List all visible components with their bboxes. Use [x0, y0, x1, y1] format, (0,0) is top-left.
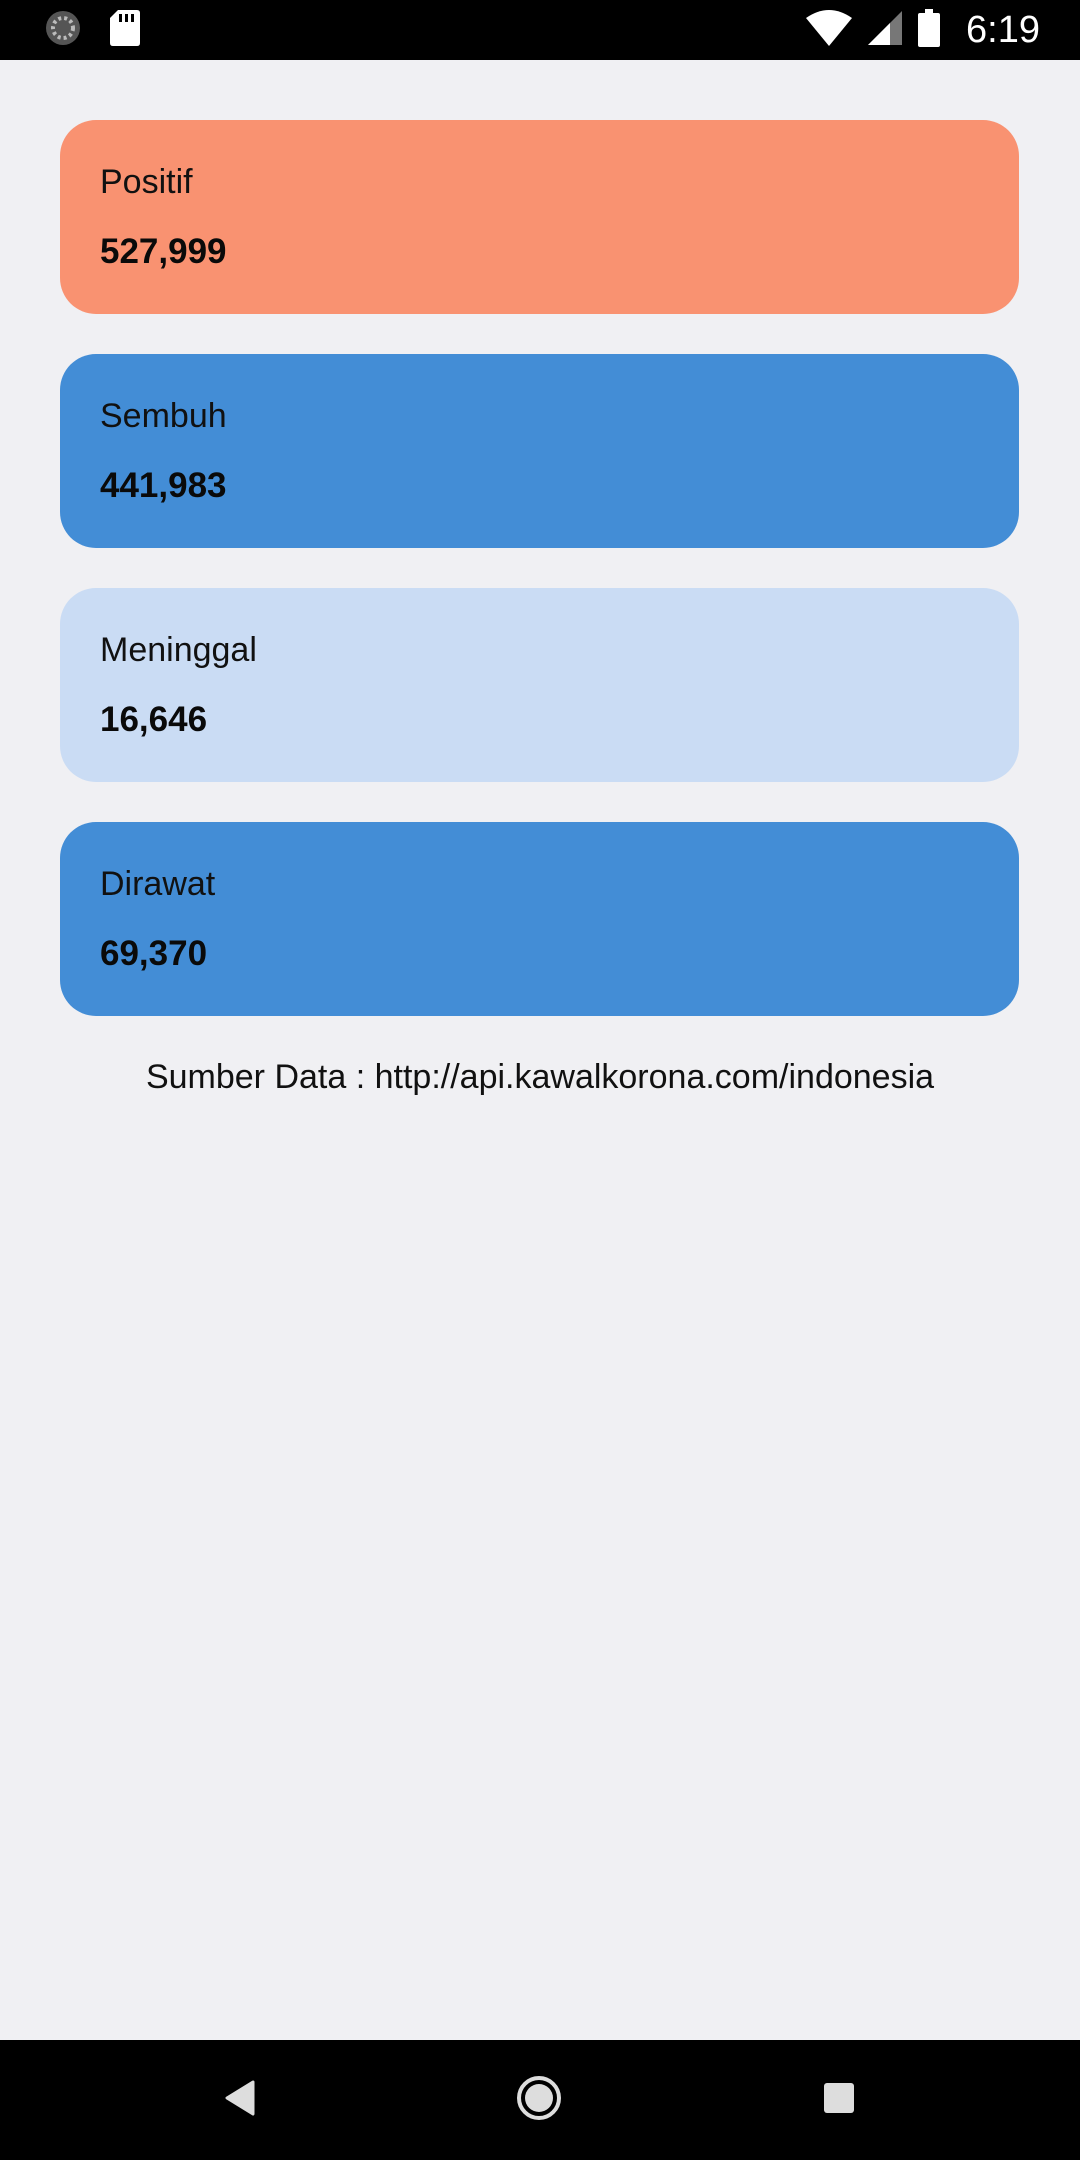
card-dirawat: Dirawat 69,370 — [60, 822, 1019, 1016]
card-label: Sembuh — [100, 397, 227, 435]
card-value: 69,370 — [100, 934, 208, 973]
recents-icon — [823, 2082, 855, 2119]
status-bar: 6:19 — [0, 0, 1080, 60]
battery-icon — [918, 8, 941, 52]
sync-icon — [44, 9, 82, 52]
stats-card-list: Positif 527,999 Sembuh 441,983 Meninggal… — [60, 120, 1019, 1056]
navigation-bar — [0, 2040, 1080, 2160]
card-label: Positif — [100, 163, 193, 201]
home-icon — [515, 2074, 563, 2127]
status-time: 6:19 — [966, 8, 1040, 51]
recents-button[interactable] — [809, 2070, 869, 2130]
card-positif: Positif 527,999 — [60, 120, 1019, 314]
back-button[interactable] — [210, 2070, 270, 2130]
card-sembuh: Sembuh 441,983 — [60, 354, 1019, 548]
card-value: 16,646 — [100, 700, 208, 739]
home-button[interactable] — [509, 2070, 569, 2130]
wifi-icon — [806, 9, 853, 51]
card-label: Meninggal — [100, 631, 257, 669]
sd-card-icon — [110, 9, 140, 51]
card-value: 441,983 — [100, 466, 227, 505]
card-value: 527,999 — [100, 232, 227, 271]
app-screen: 6:19 Positif 527,999 Sembuh 441,983 Meni… — [0, 0, 1080, 2160]
signal-icon — [868, 10, 903, 50]
data-source-text: Sumber Data : http://api.kawalkorona.com… — [145, 1058, 935, 1096]
card-label: Dirawat — [100, 865, 216, 903]
back-icon — [223, 2080, 257, 2121]
card-meninggal: Meninggal 16,646 — [60, 588, 1019, 782]
